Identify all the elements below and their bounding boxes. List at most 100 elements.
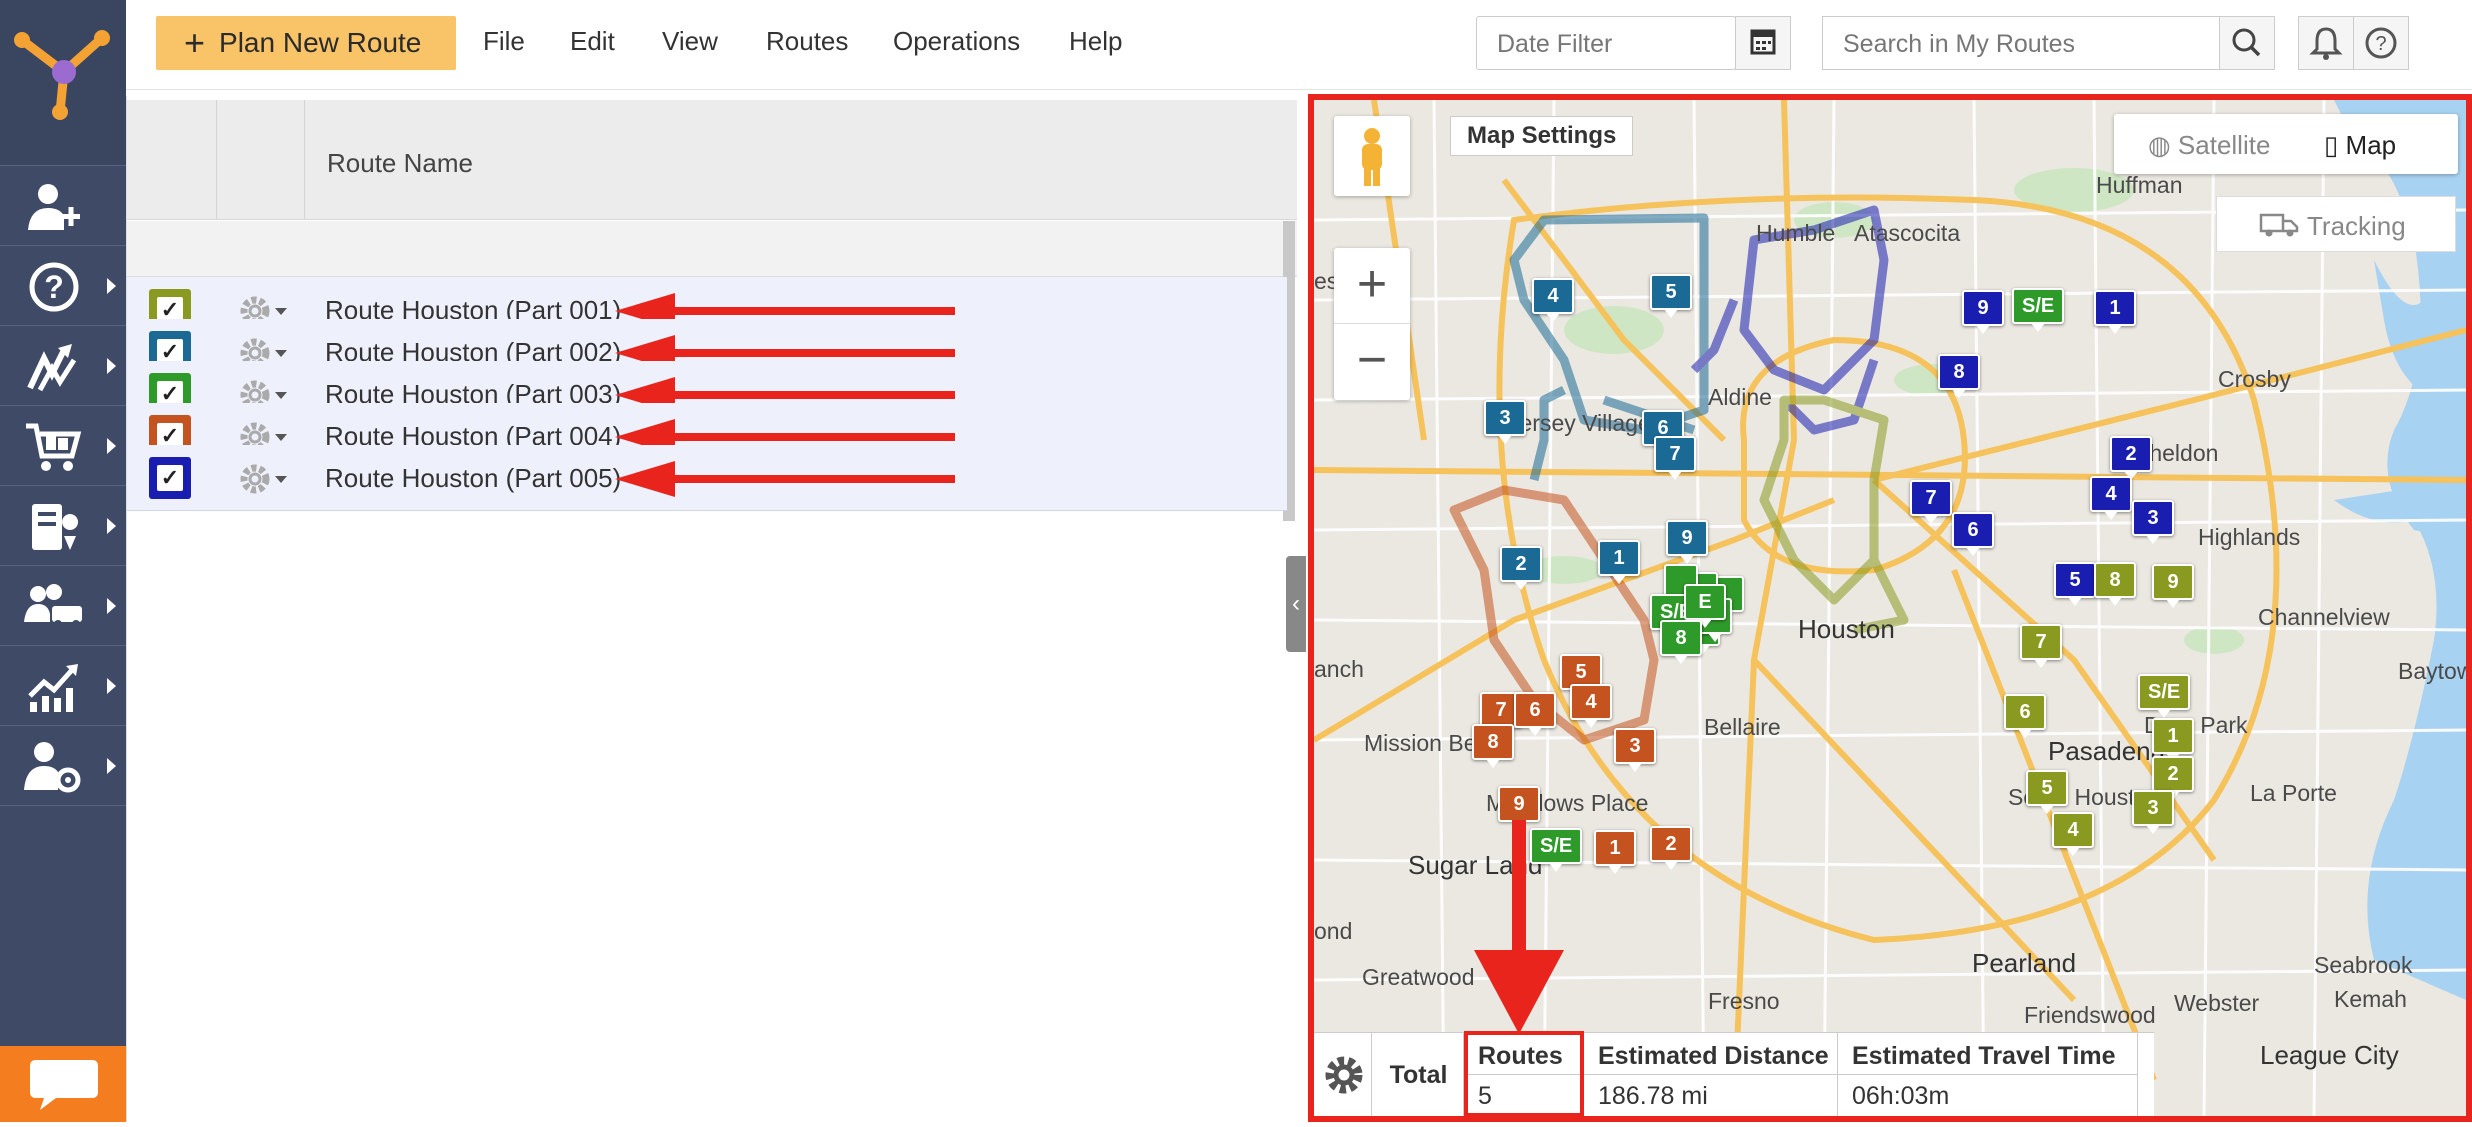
route-stop-pin[interactable]: 1 bbox=[1598, 540, 1640, 584]
route-stop-pin[interactable]: 4 bbox=[2052, 812, 2094, 856]
route-checkbox[interactable]: ✓ bbox=[149, 457, 191, 499]
annotation-arrow bbox=[615, 461, 955, 497]
route-arrows-icon bbox=[27, 344, 77, 392]
menu-view[interactable]: View bbox=[662, 26, 718, 57]
route-stop-pin[interactable]: S/E bbox=[2012, 288, 2065, 332]
route-stop-pin[interactable]: 1 bbox=[1594, 830, 1636, 874]
calendar-button[interactable] bbox=[1735, 16, 1791, 70]
totals-label: Total bbox=[1374, 1033, 1464, 1116]
route-stop-pin[interactable]: 4 bbox=[1532, 278, 1574, 322]
route-stop-pin[interactable]: 7 bbox=[1654, 436, 1696, 480]
totals-settings-button[interactable] bbox=[1316, 1033, 1372, 1116]
route-stop-pin[interactable]: 5 bbox=[1650, 274, 1692, 318]
route-stop-pin[interactable]: 3 bbox=[1614, 728, 1656, 772]
place-label: Aldine bbox=[1708, 384, 1772, 410]
place-label: Friendswood bbox=[2024, 1002, 2156, 1028]
route-stop-pin[interactable]: 6 bbox=[1514, 692, 1556, 736]
search-routes-input[interactable]: Search in My Routes bbox=[1822, 16, 2220, 70]
route-stop-pin[interactable]: 1 bbox=[2152, 718, 2194, 762]
distance-value: 186.78 mi bbox=[1598, 1082, 1708, 1110]
help-button[interactable]: ? bbox=[2353, 16, 2409, 70]
map-label: Map bbox=[2345, 130, 2397, 160]
route-stop-pin[interactable]: 2 bbox=[1500, 546, 1542, 590]
route-stop-pin[interactable]: 7 bbox=[1910, 480, 1952, 524]
place-label: Huffman bbox=[2096, 172, 2183, 198]
menu-edit[interactable]: Edit bbox=[570, 26, 615, 57]
question-circle-icon: ? bbox=[2365, 27, 2397, 59]
route-stop-pin[interactable]: 2 bbox=[1650, 826, 1692, 870]
notifications-button[interactable] bbox=[2298, 16, 2354, 70]
route-row[interactable]: ✓ Route Houston (Part 005) bbox=[127, 445, 1287, 511]
header-checkbox-column bbox=[127, 100, 217, 220]
satellite-label: Satellite bbox=[2177, 130, 2271, 160]
map-settings-button[interactable]: Map Settings bbox=[1450, 116, 1634, 156]
date-filter-input[interactable]: Date Filter bbox=[1476, 16, 1736, 70]
route-stop-pin[interactable]: 5 bbox=[2026, 770, 2068, 814]
route-stop-pin[interactable]: 9 bbox=[1666, 520, 1708, 564]
route-stop-pin[interactable]: 9 bbox=[1498, 786, 1540, 830]
collapse-panel-button[interactable]: ‹ bbox=[1286, 556, 1306, 652]
route-name-header[interactable]: Route Name bbox=[327, 148, 473, 179]
map-view-button[interactable]: ▯ Map bbox=[2324, 130, 2396, 161]
route-stop-pin[interactable]: 2 bbox=[2152, 756, 2194, 800]
place-label: Pearland bbox=[1972, 948, 2077, 978]
tracking-button[interactable]: Tracking bbox=[2216, 196, 2456, 252]
route-stop-pin[interactable]: 4 bbox=[1570, 684, 1612, 728]
route-stop-pin[interactable]: 9 bbox=[1962, 290, 2004, 334]
top-bar: + Plan New Route File Edit View Routes O… bbox=[126, 0, 2472, 90]
route-stop-pin[interactable]: 4 bbox=[2090, 476, 2132, 520]
nav-orders[interactable] bbox=[0, 406, 126, 486]
route-stop-pin[interactable]: 6 bbox=[2004, 694, 2046, 738]
route-stop-pin[interactable]: 8 bbox=[1472, 724, 1514, 768]
search-button[interactable] bbox=[2219, 16, 2275, 70]
menu-routes[interactable]: Routes bbox=[766, 26, 848, 57]
route-stop-pin[interactable]: E bbox=[1684, 584, 1726, 628]
nav-team[interactable] bbox=[0, 566, 126, 646]
svg-text:?: ? bbox=[44, 269, 64, 305]
menu-file[interactable]: File bbox=[483, 26, 525, 57]
route-stop-pin[interactable]: 3 bbox=[1484, 400, 1526, 444]
time-value: 06h:03m bbox=[1852, 1082, 1950, 1110]
nav-add-user[interactable] bbox=[0, 166, 126, 246]
route-stop-pin[interactable]: S/E bbox=[2138, 674, 2191, 718]
route-stop-pin[interactable]: 3 bbox=[2132, 500, 2174, 544]
route-name[interactable]: Route Houston (Part 005) bbox=[325, 463, 621, 494]
route-stop-pin[interactable]: 8 bbox=[1660, 620, 1702, 664]
zoom-control: + − bbox=[1334, 248, 1410, 400]
gear-dropdown-icon[interactable] bbox=[235, 459, 297, 499]
zoom-out-button[interactable]: − bbox=[1334, 324, 1410, 400]
nav-help[interactable]: ? bbox=[0, 246, 126, 326]
satellite-button[interactable]: ◍ Satellite bbox=[2148, 130, 2270, 161]
street-view-button[interactable] bbox=[1334, 116, 1410, 196]
route-stop-pin[interactable]: 9 bbox=[2152, 564, 2194, 608]
route-stop-pin[interactable]: 1 bbox=[2094, 290, 2136, 334]
plan-new-route-button[interactable]: + Plan New Route bbox=[156, 16, 456, 70]
nav-addresses[interactable] bbox=[0, 486, 126, 566]
route-stop-pin[interactable]: 5 bbox=[2054, 562, 2096, 606]
place-label: Jersey Village bbox=[1508, 410, 1651, 436]
team-vehicles-icon bbox=[24, 584, 82, 628]
route-map[interactable]: Humble Atascocita Huffman Crosby Sheldon… bbox=[1308, 94, 2472, 1122]
distance-header: Estimated Distance bbox=[1584, 1033, 1837, 1075]
route-stop-pin[interactable]: 7 bbox=[2020, 624, 2062, 668]
app-logo[interactable] bbox=[0, 0, 126, 166]
nav-settings[interactable] bbox=[0, 726, 126, 806]
route-stop-pin[interactable]: 3 bbox=[2132, 790, 2174, 834]
chevron-right-icon bbox=[107, 598, 116, 614]
truck-icon bbox=[2259, 213, 2299, 237]
route-stop-pin[interactable]: 8 bbox=[2094, 562, 2136, 606]
totals-bar: Total Routes 5 Estimated Distance 186.78… bbox=[1314, 1031, 2154, 1116]
nav-routes[interactable] bbox=[0, 326, 126, 406]
menu-help[interactable]: Help bbox=[1069, 26, 1122, 57]
route-table-header: Route Name bbox=[127, 100, 1297, 220]
zoom-in-button[interactable]: + bbox=[1334, 248, 1410, 324]
route-stop-pin[interactable]: 2 bbox=[2110, 436, 2152, 480]
place-label: League City bbox=[2260, 1040, 2399, 1070]
menu-operations[interactable]: Operations bbox=[893, 26, 1020, 57]
nav-analytics[interactable] bbox=[0, 646, 126, 726]
route-stop-pin[interactable]: 8 bbox=[1938, 354, 1980, 398]
place-label: Bellaire bbox=[1704, 714, 1781, 740]
chat-button[interactable] bbox=[0, 1046, 126, 1122]
header-actions-column bbox=[217, 100, 305, 220]
route-stop-pin[interactable]: 6 bbox=[1952, 512, 1994, 556]
